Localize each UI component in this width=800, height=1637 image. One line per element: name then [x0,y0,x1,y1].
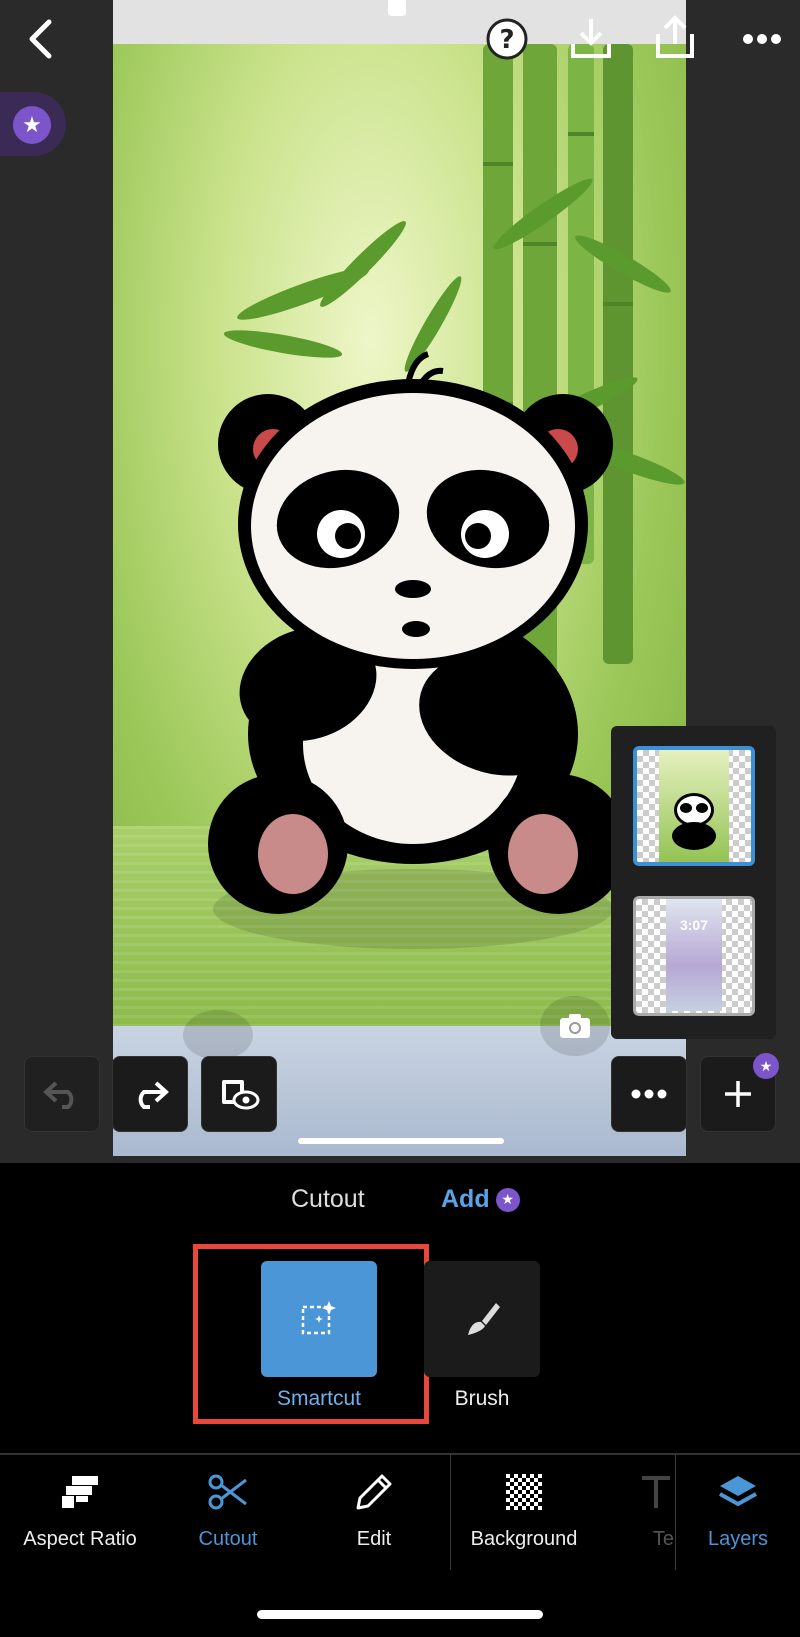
camera-icon [540,996,610,1056]
lock-tab [388,0,406,16]
tab-add-label: Add [441,1185,490,1213]
redo-icon [138,1081,169,1109]
layer-thumbnail-lockscreen[interactable]: 3:07 [633,896,755,1016]
nav-background-label: Background [470,1528,578,1550]
checker-icon [506,1474,542,1510]
layers-panel: 3:07 [611,726,776,1039]
svg-text:?: ? [499,25,514,55]
premium-badge-icon: ★ [753,1053,779,1079]
nav-layers-label: Layers [707,1528,769,1550]
undo-icon [43,1081,74,1109]
mode-tabs: Cutout Add ★ [0,1185,800,1219]
tab-add[interactable]: Add ★ [441,1185,520,1214]
more-horizontal-icon [743,34,781,44]
brush-icon [468,1303,500,1335]
canvas-area[interactable] [113,0,686,1156]
zipper-handle [183,1010,253,1060]
scissors-icon [208,1474,247,1510]
more-horizontal-icon [631,1089,667,1099]
home-indicator [257,1610,543,1619]
layer2-image [666,899,722,1011]
canvas-home-indicator [298,1138,504,1144]
star-badge-icon: ★ [13,106,51,144]
nav-layers[interactable]: Layers [668,1470,800,1560]
layer1-image [659,750,729,862]
nav-edit-label: Edit [356,1528,392,1550]
nav-aspect-ratio-label: Aspect Ratio [23,1528,137,1550]
brush-label: Brush [454,1387,510,1410]
share-icon [656,15,694,58]
nav-text[interactable]: Te [606,1470,676,1560]
share-button[interactable] [652,12,698,62]
nav-divider [450,1455,451,1570]
nav-aspect-ratio[interactable]: Aspect Ratio [10,1470,150,1560]
layer-thumbnail-panda[interactable] [633,746,755,866]
tab-cutout-label: Cutout [291,1185,365,1213]
pencil-icon [356,1474,392,1510]
nav-cutout[interactable]: Cutout [158,1470,298,1560]
canvas-more-button[interactable] [611,1056,687,1132]
smartcut-tool-button[interactable] [261,1261,377,1377]
smartcut-icon [301,1301,336,1335]
nav-background[interactable]: Background [454,1470,594,1560]
preview-eye-icon [222,1080,260,1110]
layer2-clock: 3:07 [679,917,709,933]
redo-button[interactable] [112,1056,188,1132]
help-circle-icon: ? [486,18,528,60]
premium-star-icon: ★ [495,1187,520,1212]
download-icon [571,19,611,58]
download-button[interactable] [568,14,614,62]
preview-button[interactable] [201,1056,277,1132]
back-button[interactable] [20,14,60,64]
undo-button[interactable] [24,1056,100,1132]
layers-icon [719,1476,757,1506]
brush-tool-button[interactable] [424,1261,540,1377]
add-layer-button[interactable]: ★ [700,1053,779,1132]
premium-button[interactable]: ★ [0,92,66,156]
chevron-left-icon [29,19,52,59]
smartcut-label: Smartcut [276,1387,362,1410]
nav-edit[interactable]: Edit [304,1470,444,1560]
more-button[interactable] [740,24,784,54]
bottom-nav-divider [0,1453,800,1455]
panda-bamboo-image [208,44,685,949]
nav-text-label: Te [652,1528,674,1550]
plus-icon [725,1081,751,1107]
app-root: ★ ? 3:07 ★ Cutout Add ★ Smartcut Brush A… [0,0,800,1637]
help-button[interactable]: ? [484,16,530,62]
nav-cutout-label: Cutout [198,1528,258,1550]
artboard[interactable] [113,44,686,1026]
tab-cutout[interactable]: Cutout [291,1185,365,1214]
aspect-ratio-icon [62,1476,98,1508]
